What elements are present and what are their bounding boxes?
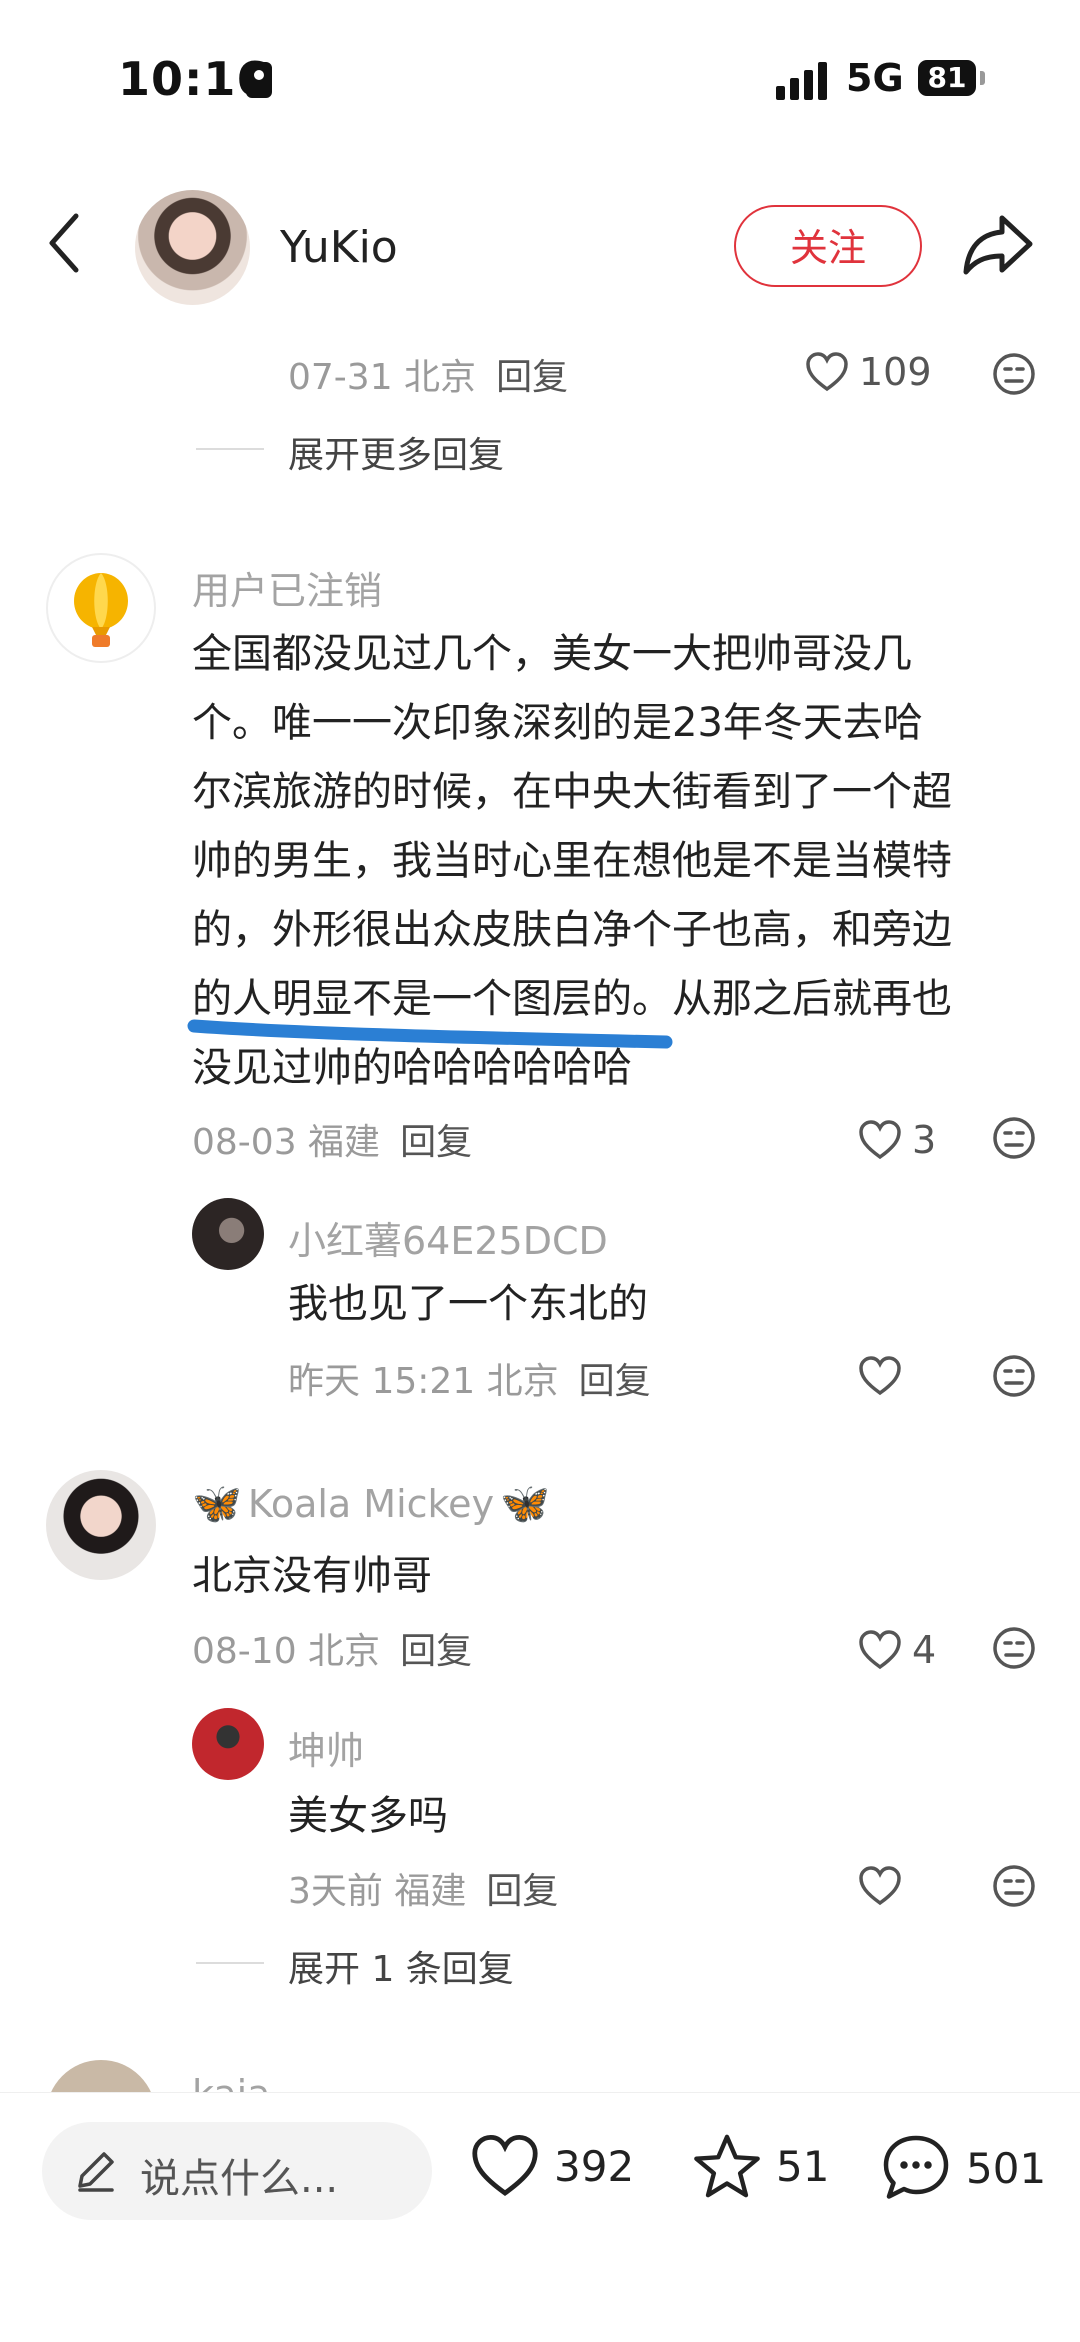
post-favorite-count: 51 bbox=[776, 2141, 830, 2191]
like-button[interactable] bbox=[858, 1866, 902, 1910]
reply-text: 我也见了一个东北的 bbox=[288, 1281, 648, 1327]
dislike-button[interactable] bbox=[992, 352, 1036, 400]
comment-meta: 07-31 北京 回复 bbox=[288, 348, 568, 400]
meh-face-icon bbox=[993, 1355, 1035, 1397]
signal-icon bbox=[776, 60, 830, 100]
commenter-avatar[interactable] bbox=[46, 553, 156, 663]
replier-username[interactable]: 小红薯64E25DCD bbox=[288, 1210, 608, 1265]
post-comment-count: 501 bbox=[966, 2143, 1047, 2193]
reply-button[interactable]: 回复 bbox=[496, 357, 568, 398]
comment-line: 全国都没见过几个，美女一大把帅哥没几 bbox=[192, 631, 912, 677]
like-button[interactable]: 4 bbox=[858, 1628, 936, 1672]
comment-line: 个。唯一一次印象深刻的是23年冬天去哈 bbox=[192, 700, 923, 746]
reply-button[interactable]: 回复 bbox=[400, 1631, 472, 1672]
meh-face-icon bbox=[993, 353, 1035, 395]
meh-face-icon bbox=[993, 1627, 1035, 1669]
replier-avatar[interactable] bbox=[192, 1708, 264, 1780]
butterfly-emoji-left: 🦋 bbox=[192, 1481, 242, 1527]
back-button[interactable] bbox=[44, 210, 84, 280]
portrait-lock-icon bbox=[246, 62, 272, 98]
reply-button[interactable]: 回复 bbox=[486, 1871, 558, 1912]
reply-date-location: 3天前 福建 bbox=[288, 1871, 467, 1912]
battery-tip bbox=[980, 71, 985, 85]
replier-avatar[interactable] bbox=[192, 1198, 264, 1270]
dislike-button[interactable] bbox=[992, 1864, 1036, 1912]
dislike-button[interactable] bbox=[992, 1354, 1036, 1402]
dislike-button[interactable] bbox=[992, 1116, 1036, 1164]
reply-meta: 3天前 福建 回复 bbox=[288, 1862, 558, 1914]
comment-date-location: 08-03 福建 bbox=[192, 1122, 381, 1163]
network-type: 5G bbox=[846, 56, 904, 100]
comment-line: 尔滨旅游的时候，在中央大街看到了一个超 bbox=[192, 769, 952, 815]
heart-icon bbox=[472, 2134, 538, 2196]
reply-button[interactable]: 回复 bbox=[400, 1122, 472, 1163]
heart-icon bbox=[859, 1866, 901, 1906]
comment-input-placeholder[interactable]: 说点什么... bbox=[140, 2146, 338, 2204]
follow-button[interactable]: 关注 bbox=[734, 205, 922, 287]
heart-icon bbox=[859, 1120, 901, 1160]
author-avatar[interactable] bbox=[135, 190, 250, 305]
chat-bubble-icon bbox=[883, 2135, 949, 2199]
author-name[interactable]: YuKio bbox=[280, 222, 398, 273]
heart-icon bbox=[859, 1630, 901, 1670]
comment-date-location: 07-31 北京 bbox=[288, 357, 477, 398]
share-button[interactable] bbox=[962, 212, 1034, 280]
post-comment-button[interactable]: 501 bbox=[880, 2132, 1046, 2204]
commenter-username: Koala Mickey bbox=[247, 1481, 495, 1526]
reply-text: 美女多吗 bbox=[288, 1793, 448, 1839]
meh-face-icon bbox=[993, 1865, 1035, 1907]
reply-date-location: 昨天 15:21 北京 bbox=[288, 1361, 559, 1402]
balloon-icon bbox=[74, 573, 128, 647]
commenter-username[interactable]: 用户已注销 bbox=[192, 560, 382, 615]
expand-divider bbox=[196, 448, 264, 450]
comment-meta: 08-10 北京 回复 bbox=[192, 1622, 472, 1674]
comment-text: 北京没有帅哥 bbox=[192, 1553, 432, 1599]
comment-meta: 08-03 福建 回复 bbox=[192, 1113, 472, 1165]
highlight-underline bbox=[187, 1019, 673, 1049]
chevron-left-icon bbox=[49, 213, 79, 273]
reply-button[interactable]: 回复 bbox=[579, 1361, 651, 1402]
like-button[interactable]: 3 bbox=[858, 1118, 936, 1162]
post-like-count: 392 bbox=[554, 2141, 635, 2191]
share-icon bbox=[963, 215, 1033, 275]
comment-date-location: 08-10 北京 bbox=[192, 1631, 381, 1672]
heart-icon bbox=[806, 352, 848, 392]
like-count: 3 bbox=[912, 1118, 937, 1162]
commenter-username-wrap[interactable]: 🦋 Koala Mickey 🦋 bbox=[192, 1480, 550, 1527]
dislike-button[interactable] bbox=[992, 1626, 1036, 1674]
comment-line: 帅的男生，我当时心里在想他是不是当模特 bbox=[192, 838, 952, 884]
like-count: 4 bbox=[912, 1628, 937, 1672]
reply-meta: 昨天 15:21 北京 回复 bbox=[288, 1352, 651, 1404]
replier-username[interactable]: 坤帅 bbox=[288, 1720, 364, 1775]
post-favorite-button[interactable]: 51 bbox=[692, 2132, 829, 2200]
commenter-avatar[interactable] bbox=[46, 1470, 156, 1580]
star-icon bbox=[694, 2134, 760, 2198]
butterfly-emoji-right: 🦋 bbox=[500, 1481, 550, 1527]
like-button[interactable] bbox=[858, 1356, 902, 1400]
expand-more-replies[interactable]: 展开更多回复 bbox=[288, 426, 504, 478]
battery-icon: 81 bbox=[918, 60, 976, 96]
heart-icon bbox=[859, 1356, 901, 1396]
like-button[interactable]: 109 bbox=[805, 350, 932, 394]
expand-replies[interactable]: 展开 1 条回复 bbox=[288, 1940, 514, 1992]
post-like-button[interactable]: 392 bbox=[470, 2134, 634, 2198]
pencil-icon bbox=[78, 2152, 114, 2192]
meh-face-icon bbox=[993, 1117, 1035, 1159]
like-count: 109 bbox=[859, 350, 932, 394]
expand-divider bbox=[196, 1962, 264, 1964]
comment-line: 的，外形很出众皮肤白净个子也高，和旁边 bbox=[192, 907, 952, 953]
